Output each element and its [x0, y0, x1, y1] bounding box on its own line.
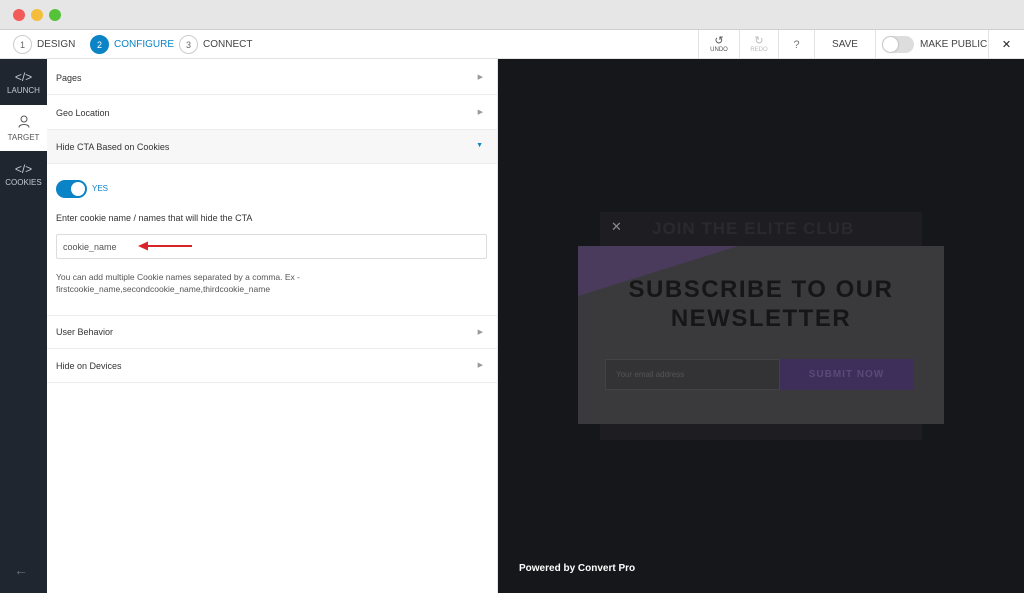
rail-item-target[interactable]: TARGET — [0, 105, 47, 151]
powered-by-label: Powered by Convert Pro — [519, 563, 636, 574]
close-window-button[interactable] — [13, 9, 25, 21]
close-icon: ✕ — [1001, 39, 1012, 51]
code-icon: </> — [14, 69, 33, 84]
redo-icon: ↻ — [754, 35, 764, 47]
step-number: 1 — [13, 35, 32, 54]
redo-label: REDO — [750, 47, 768, 53]
caret-right-icon: ▶ — [477, 109, 483, 116]
rail-item-label: COOKIES — [5, 177, 42, 187]
popup-title-line: SUBSCRIBE TO OUR — [628, 276, 894, 303]
caret-right-icon: ▶ — [477, 329, 483, 336]
step-number: 3 — [179, 35, 198, 54]
close-editor-button[interactable]: ✕ — [989, 30, 1024, 59]
arrow-left-icon[interactable]: ← — [14, 562, 28, 578]
window-titlebar — [0, 0, 1024, 30]
background-popup-heading: JOIN THE ELITE CLUB — [652, 219, 855, 238]
save-button[interactable]: SAVE — [815, 30, 875, 59]
hide-cta-toggle[interactable] — [56, 180, 87, 198]
step-number: 2 — [90, 35, 109, 54]
section-title: Pages — [56, 72, 82, 83]
section-title: Geo Location — [56, 107, 110, 118]
help-icon: ? — [793, 38, 800, 51]
cookie-name-input[interactable] — [56, 234, 487, 259]
toolbar-divider — [875, 30, 876, 59]
caret-right-icon: ▶ — [477, 362, 483, 369]
make-public-switch[interactable] — [882, 36, 914, 53]
close-icon: ✕ — [611, 219, 622, 234]
maximize-window-button[interactable] — [49, 9, 61, 21]
cookie-field-label: Enter cookie name / names that will hide… — [56, 213, 253, 223]
top-toolbar: 1 DESIGN 2 CONFIGURE 3 CONNECT ↺ UNDO ↻ … — [0, 30, 1024, 59]
section-title: User Behavior — [56, 327, 114, 337]
step-connect[interactable]: 3 CONNECT — [179, 35, 252, 54]
rail-item-label: TARGET — [7, 132, 40, 142]
section-title: Hide on Devices — [56, 360, 122, 371]
popup-preview: ✕ JOIN THE ELITE CLUB SUBSCRIBE TO OUR N… — [498, 59, 1024, 593]
left-rail: </> LAUNCH TARGET </> COOKIES ← — [0, 59, 47, 593]
step-label: DESIGN — [37, 39, 76, 50]
rail-item-label: LAUNCH — [7, 85, 40, 95]
step-configure[interactable]: 2 CONFIGURE — [90, 35, 174, 54]
caret-right-icon: ▶ — [477, 74, 483, 81]
make-public-toggle[interactable]: MAKE PUBLIC — [882, 30, 987, 59]
email-input-preview: Your email address — [605, 359, 780, 390]
toggle-knob — [883, 37, 898, 52]
minimize-window-button[interactable] — [31, 9, 43, 21]
popup-title: SUBSCRIBE TO OUR NEWSLETTER — [578, 275, 944, 333]
section-geo-location[interactable]: Geo Location ▶ — [47, 96, 497, 130]
popup-title-line: NEWSLETTER — [670, 305, 852, 332]
step-design[interactable]: 1 DESIGN — [13, 35, 75, 54]
caret-down-icon: ▼ — [476, 142, 483, 149]
toggle-state-label: YES — [92, 184, 109, 193]
user-icon — [18, 115, 30, 131]
section-hide-on-devices[interactable]: Hide on Devices ▶ — [47, 349, 497, 383]
section-hide-cta-cookies[interactable]: Hide CTA Based on Cookies ▼ — [47, 130, 497, 164]
undo-button[interactable]: ↺ UNDO — [699, 30, 739, 59]
target-settings-panel: Pages ▶ Geo Location ▶ Hide CTA Based on… — [47, 59, 498, 593]
code-icon: </> — [14, 161, 33, 176]
undo-label: UNDO — [710, 47, 728, 53]
step-label: CONFIGURE — [114, 39, 174, 50]
redo-button[interactable]: ↻ REDO — [740, 30, 778, 59]
make-public-label: MAKE PUBLIC — [920, 39, 988, 50]
rail-item-launch[interactable]: </> LAUNCH — [0, 59, 47, 105]
annotation-arrow-icon — [138, 241, 192, 251]
toggle-knob — [71, 182, 85, 196]
step-label: CONNECT — [203, 39, 253, 50]
submit-button-preview: SUBMIT NOW — [780, 359, 913, 390]
section-user-behavior[interactable]: User Behavior ▶ — [47, 315, 497, 349]
undo-icon: ↺ — [714, 35, 724, 47]
section-pages[interactable]: Pages ▶ — [47, 61, 497, 95]
help-button[interactable]: ? — [779, 30, 814, 59]
section-title: Hide CTA Based on Cookies — [56, 141, 170, 152]
newsletter-popup: SUBSCRIBE TO OUR NEWSLETTER Your email a… — [578, 246, 944, 424]
save-label: SAVE — [832, 39, 858, 50]
rail-item-cookies[interactable]: </> COOKIES — [0, 151, 47, 197]
cookie-helper-text: You can add multiple Cookie names separa… — [56, 272, 300, 294]
